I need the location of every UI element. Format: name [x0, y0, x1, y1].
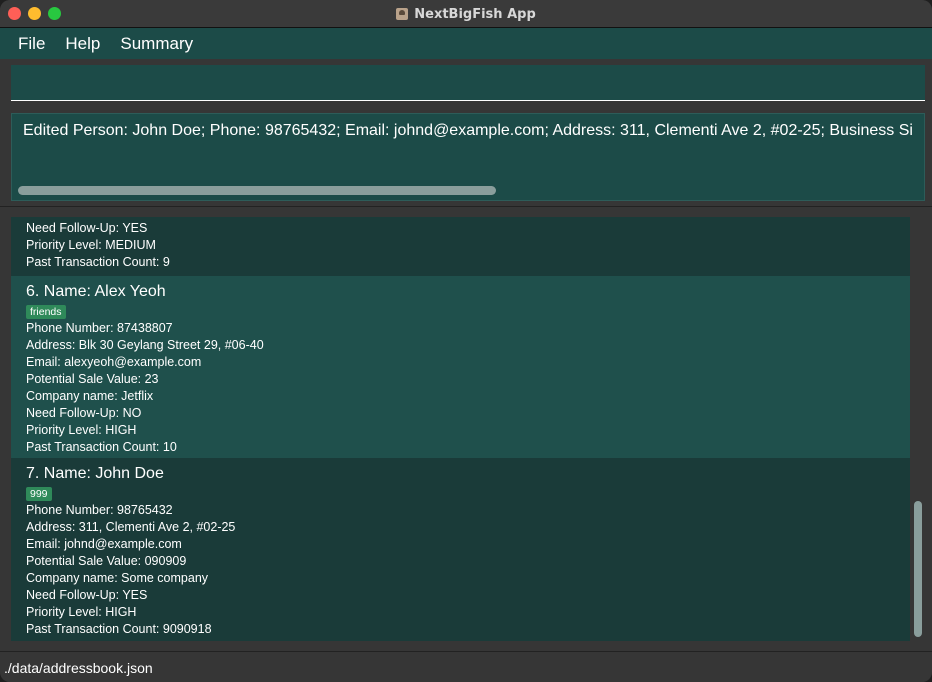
menu-bar: File Help Summary: [0, 28, 932, 59]
card-transactions: Past Transaction Count: 9: [26, 255, 170, 269]
tag-badge: 999: [26, 487, 52, 501]
card-sale-value: Potential Sale Value: 23: [26, 372, 159, 386]
title-group: NextBigFish App: [0, 0, 932, 28]
card-name: 7. Name: John Doe: [26, 465, 164, 482]
card-transactions: Past Transaction Count: 9090918: [26, 622, 212, 636]
menu-file[interactable]: File: [18, 34, 45, 54]
title-bar: NextBigFish App: [0, 0, 932, 28]
card-phone: Phone Number: 87438807: [26, 321, 173, 335]
card-email: Email: johnd@example.com: [26, 537, 182, 551]
card-phone: Phone Number: 98765432: [26, 503, 173, 517]
card-followup: Need Follow-Up: NO: [26, 406, 142, 420]
person-card[interactable]: 6. Name: Alex Yeoh friends Phone Number:…: [11, 276, 910, 458]
save-location-path: ./data/addressbook.json: [4, 660, 153, 676]
card-name: 6. Name: Alex Yeoh: [26, 283, 166, 300]
person-card-partial[interactable]: Need Follow-Up: YES Priority Level: MEDI…: [11, 217, 910, 276]
app-window: NextBigFish App File Help Summary Edited…: [0, 0, 932, 682]
card-followup: Need Follow-Up: YES: [26, 588, 148, 602]
person-list[interactable]: Need Follow-Up: YES Priority Level: MEDI…: [11, 217, 910, 641]
result-display-area: Edited Person: John Doe; Phone: 98765432…: [0, 106, 932, 207]
list-scroll-thumb[interactable]: [914, 501, 922, 637]
card-priority: Priority Level: MEDIUM: [26, 238, 156, 252]
card-followup: Need Follow-Up: YES: [26, 221, 148, 235]
person-list-panel: Need Follow-Up: YES Priority Level: MEDI…: [0, 208, 932, 651]
card-address: Address: 311, Clementi Ave 2, #02-25: [26, 520, 236, 534]
command-box-area: [0, 59, 932, 106]
list-vertical-scrollbar[interactable]: [912, 217, 924, 641]
result-scroll-thumb[interactable]: [18, 186, 496, 195]
result-display[interactable]: Edited Person: John Doe; Phone: 98765432…: [11, 113, 925, 201]
card-priority: Priority Level: HIGH: [26, 605, 137, 619]
card-company: Company name: Jetflix: [26, 389, 154, 403]
card-address: Address: Blk 30 Geylang Street 29, #06-4…: [26, 338, 264, 352]
card-priority: Priority Level: HIGH: [26, 423, 137, 437]
tag-row: friends: [26, 302, 910, 320]
tag-badge: friends: [26, 305, 66, 319]
card-transactions: Past Transaction Count: 10: [26, 440, 177, 454]
card-company: Company name: Some company: [26, 571, 209, 585]
menu-summary[interactable]: Summary: [120, 34, 193, 54]
person-card[interactable]: 7. Name: John Doe 999 Phone Number: 9876…: [11, 458, 910, 641]
card-email: Email: alexyeoh@example.com: [26, 355, 202, 369]
tag-row: 999: [26, 484, 910, 502]
command-input[interactable]: [11, 65, 925, 101]
status-bar: ./data/addressbook.json: [0, 651, 932, 682]
window-title: NextBigFish App: [414, 6, 536, 22]
card-sale-value: Potential Sale Value: 090909: [26, 554, 187, 568]
app-icon: [396, 8, 409, 20]
result-message: Edited Person: John Doe; Phone: 98765432…: [23, 122, 913, 139]
menu-help[interactable]: Help: [65, 34, 100, 54]
result-horizontal-scrollbar[interactable]: [12, 185, 924, 196]
